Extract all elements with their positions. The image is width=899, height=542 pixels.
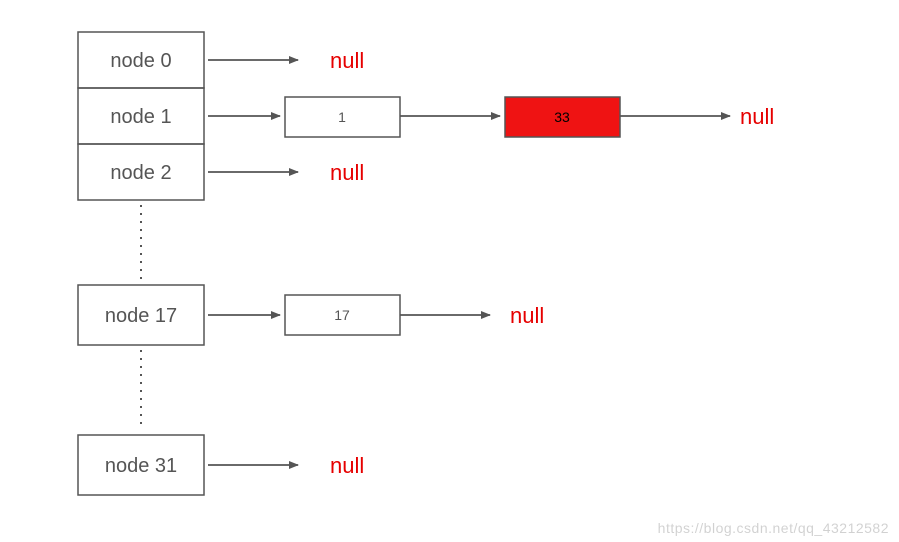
bucket-node-17: node 17 — [78, 285, 204, 345]
bucket-node-2-label: node 2 — [110, 162, 171, 184]
bucket-node-1-label: node 1 — [110, 106, 171, 128]
entry-box-17-label: 17 — [334, 307, 350, 323]
bucket-node-2: node 2 — [78, 144, 204, 200]
bucket-node-0: node 0 — [78, 32, 204, 88]
null-label-row31: null — [330, 453, 364, 478]
entry-box-17: 17 — [285, 295, 400, 335]
null-label-row2: null — [330, 160, 364, 185]
watermark-text: https://blog.csdn.net/qq_43212582 — [658, 520, 889, 536]
entry-box-33-label: 33 — [554, 109, 570, 125]
hashmap-diagram: node 0 node 1 node 2 node 17 node 31 nul… — [0, 0, 899, 542]
bucket-node-17-label: node 17 — [105, 305, 177, 327]
null-label-row0: null — [330, 48, 364, 73]
bucket-node-1: node 1 — [78, 88, 204, 144]
bucket-node-31-label: node 31 — [105, 455, 177, 477]
bucket-node-0-label: node 0 — [110, 50, 171, 72]
entry-box-1-label: 1 — [338, 109, 346, 125]
entry-box-33: 33 — [505, 97, 620, 137]
entry-box-1: 1 — [285, 97, 400, 137]
bucket-node-31: node 31 — [78, 435, 204, 495]
null-label-row17: null — [510, 303, 544, 328]
null-label-row1: null — [740, 104, 774, 129]
